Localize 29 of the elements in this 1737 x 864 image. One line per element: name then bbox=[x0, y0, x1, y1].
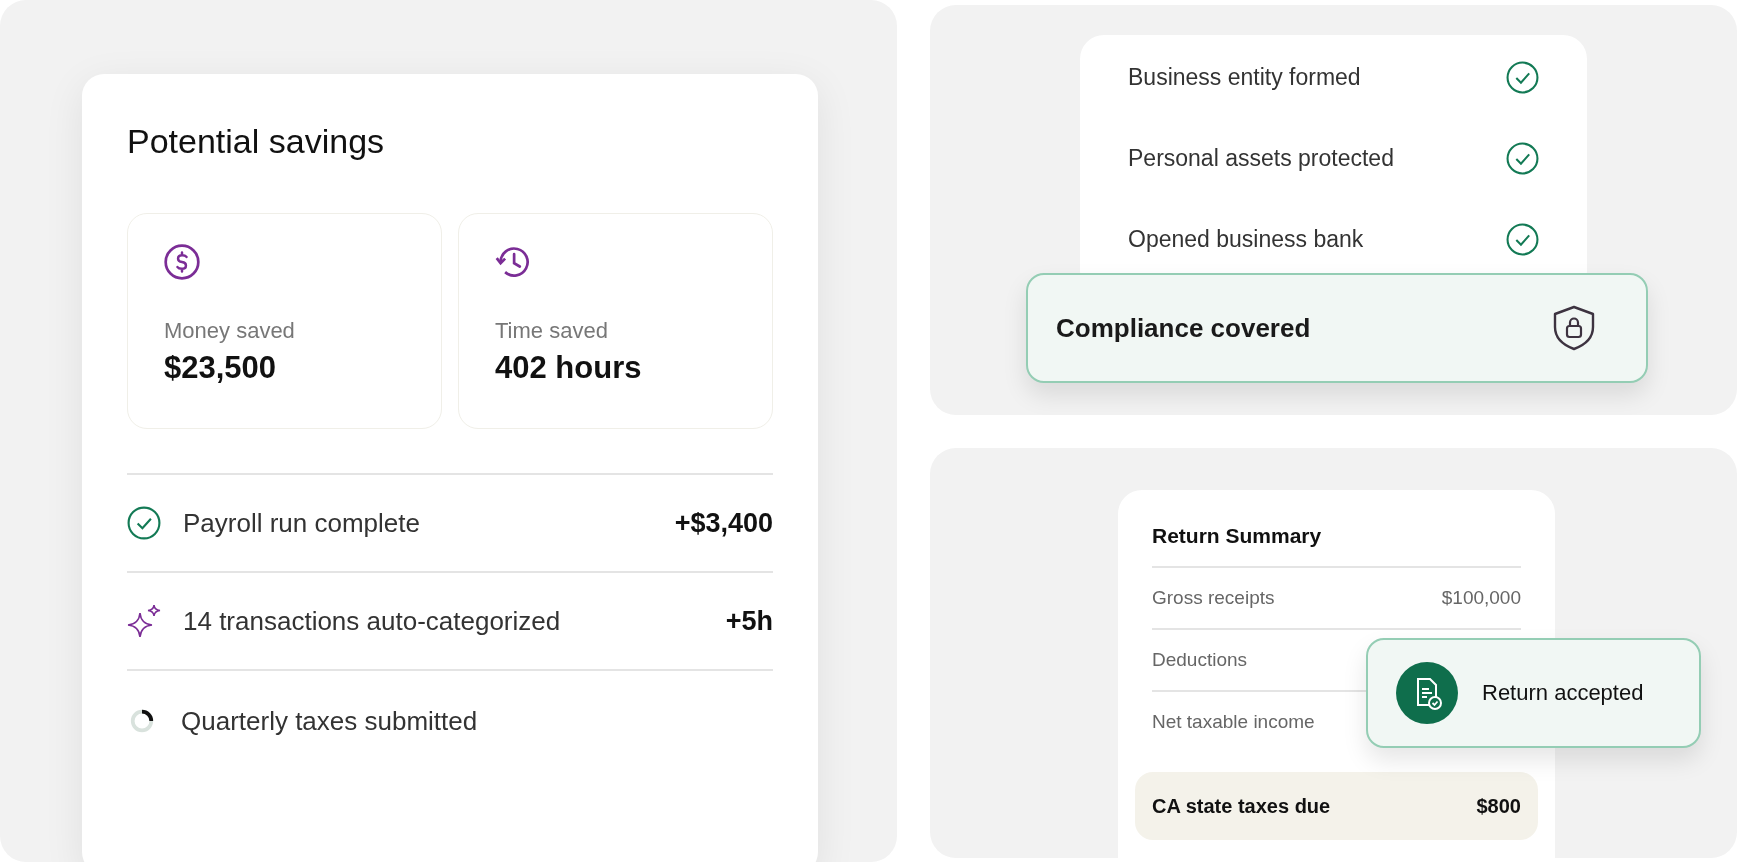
banner-text: Compliance covered bbox=[1056, 312, 1311, 344]
total-label: CA state taxes due bbox=[1152, 794, 1331, 818]
toast-text: Return accepted bbox=[1482, 680, 1644, 706]
checklist-item: Personal assets protected bbox=[1128, 145, 1394, 172]
document-check-icon bbox=[1396, 662, 1458, 724]
checklist-item: Opened business bank bbox=[1128, 226, 1364, 253]
card-title: Potential savings bbox=[127, 122, 386, 161]
stat-label: Time saved bbox=[495, 318, 609, 344]
card-title: Return Summary bbox=[1152, 524, 1521, 568]
dollar-icon bbox=[164, 244, 200, 280]
total-value: $800 bbox=[1476, 794, 1521, 818]
activity-text: Quarterly taxes submitted bbox=[181, 705, 479, 737]
row-label: Net taxable income bbox=[1152, 711, 1315, 733]
sparkle-icon bbox=[127, 604, 161, 638]
stat-value: $23,500 bbox=[164, 350, 278, 386]
activity-text: 14 transactions auto-categorized bbox=[183, 605, 562, 637]
row-label: Gross receipts bbox=[1152, 587, 1275, 609]
history-icon bbox=[495, 244, 531, 280]
loading-spinner-icon bbox=[129, 708, 155, 734]
checklist-item: Business entity formed bbox=[1128, 64, 1361, 91]
check-circle-icon bbox=[127, 506, 161, 540]
row-value: $100,000 bbox=[1441, 587, 1521, 609]
activity-amount: +5h bbox=[725, 605, 773, 637]
row-label: Deductions bbox=[1152, 649, 1248, 671]
shield-lock-icon bbox=[1552, 305, 1596, 351]
activity-text: Payroll run complete bbox=[183, 507, 421, 539]
stat-label: Money saved bbox=[164, 318, 296, 344]
stat-value: 402 hours bbox=[495, 350, 643, 386]
activity-amount: +$3,400 bbox=[674, 507, 773, 539]
